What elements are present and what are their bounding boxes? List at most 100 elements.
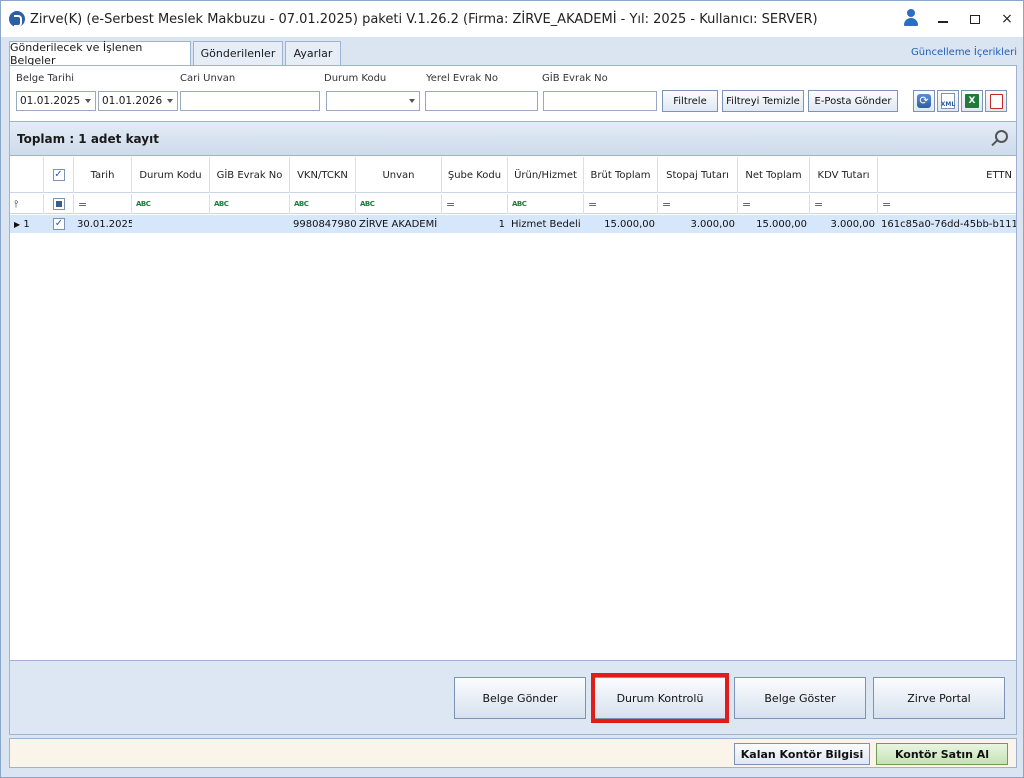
col-unvan[interactable]: Unvan — [356, 157, 442, 193]
cell-tarih: 30.01.2025 — [77, 218, 132, 230]
maximize-icon — [970, 14, 980, 24]
row-indicator-header — [10, 157, 44, 193]
row-checkbox-cell[interactable]: ✓ — [44, 215, 74, 233]
cari-unvan-label: Cari Unvan — [180, 73, 236, 84]
xml-export-button[interactable]: XML — [937, 90, 959, 112]
grid-record-count: Toplam : 1 adet kayıt — [17, 132, 159, 146]
gib-evrak-input[interactable] — [543, 91, 657, 111]
cari-unvan-input[interactable] — [180, 91, 320, 111]
table-row[interactable]: ▶ 1 ✓ 30.01.2025 9980847980 ZİRVE AKADEM… — [10, 215, 1016, 233]
col-tarih[interactable]: Tarih — [74, 157, 132, 193]
date-from-value: 01.01.2025 — [20, 95, 81, 107]
maximize-button[interactable] — [959, 1, 991, 37]
col-gib-evrak-no[interactable]: GİB Evrak No — [210, 157, 290, 193]
belge-tarihi-label: Belge Tarihi — [16, 73, 75, 84]
status-bar: Kalan Kontör Bilgisi Kontör Satın Al — [9, 738, 1017, 768]
filter-urun-hizmet[interactable]: ABC — [508, 194, 584, 214]
filter-gib-evrak-no[interactable]: ABC — [210, 194, 290, 214]
filter-brut-toplam[interactable]: = — [584, 194, 658, 214]
belge-gonder-button[interactable]: Belge Gönder — [454, 677, 586, 719]
equals-icon: = — [882, 197, 892, 211]
filter-vkn-tckn[interactable]: ABC — [290, 194, 356, 214]
equals-icon: = — [814, 197, 824, 211]
row-indicator: ▶ 1 — [10, 215, 44, 233]
cell-brut-toplam: 15.000,00 — [604, 218, 655, 230]
main-panel: Belge Tarihi 01.01.2025 01.01.2026 Cari … — [9, 65, 1017, 735]
equals-icon: = — [742, 197, 752, 211]
durum-kontrolu-button[interactable]: Durum Kontrolü — [594, 677, 726, 719]
filter-stopaj-tutari[interactable]: = — [658, 194, 738, 214]
search-icon[interactable] — [990, 130, 1008, 148]
filtreyi-temizle-button[interactable]: Filtreyi Temizle — [722, 90, 804, 112]
date-from-picker[interactable]: 01.01.2025 — [16, 91, 96, 111]
select-all-checkbox-cell[interactable]: ✓ — [44, 157, 74, 193]
row-checkbox[interactable]: ✓ — [53, 218, 65, 230]
window-title: Zirve(K) (e-Serbest Meslek Makbuzu - 07.… — [30, 11, 818, 27]
excel-export-button[interactable]: X — [961, 90, 983, 112]
tab-gonderilecek[interactable]: Gönderilecek ve İşlenen Belgeler — [9, 41, 191, 67]
cell-unvan: ZİRVE AKADEMİ — [359, 218, 438, 230]
equals-icon: = — [588, 197, 598, 211]
filter-kdv-tutari[interactable]: = — [810, 194, 878, 214]
filter-row-icon-cell: ⫯ — [10, 194, 44, 214]
date-to-value: 01.01.2026 — [102, 95, 163, 107]
filter-net-toplam[interactable]: = — [738, 194, 810, 214]
filter-checkbox-cell[interactable] — [44, 194, 74, 214]
minimize-button[interactable] — [927, 1, 959, 37]
cell-urun-hizmet: Hizmet Bedeli — [511, 218, 581, 230]
update-contents-link[interactable]: Güncelleme İçerikleri — [911, 47, 1017, 58]
cell-vkn-tckn: 9980847980 — [293, 218, 356, 230]
filter-tarih[interactable]: = — [74, 194, 132, 214]
column-headers: ✓ Tarih Durum Kodu GİB Evrak No VKN/TCKN… — [10, 157, 1016, 193]
filter-sube-kodu[interactable]: = — [442, 194, 508, 214]
chevron-down-icon — [85, 99, 91, 103]
col-stopaj-tutari[interactable]: Stopaj Tutarı — [658, 157, 738, 193]
filtrele-button[interactable]: Filtrele — [662, 90, 718, 112]
equals-icon: = — [446, 197, 456, 211]
tab-bar: Gönderilecek ve İşlenen Belgeler Gönderi… — [9, 41, 1017, 67]
filter-checkbox[interactable] — [53, 198, 65, 210]
refresh-icon: ⟳ — [917, 94, 931, 108]
grid-header: Toplam : 1 adet kayıt — [10, 122, 1016, 156]
col-net-toplam[interactable]: Net Toplam — [738, 157, 810, 193]
col-kdv-tutari[interactable]: KDV Tutarı — [810, 157, 878, 193]
cell-gib-evrak-no — [210, 215, 290, 233]
pdf-icon — [989, 93, 1003, 109]
date-to-picker[interactable]: 01.01.2026 — [98, 91, 178, 111]
excel-icon: X — [965, 94, 979, 108]
col-vkn-tckn[interactable]: VKN/TCKN — [290, 157, 356, 193]
col-brut-toplam[interactable]: Brüt Toplam — [584, 157, 658, 193]
col-durum-kodu[interactable]: Durum Kodu — [132, 157, 210, 193]
action-bar: Belge Gönder Durum Kontrolü Belge Göster… — [10, 660, 1016, 734]
text-filter-icon: ABC — [512, 200, 527, 208]
close-button[interactable]: × — [991, 1, 1023, 37]
app-window: Zirve(K) (e-Serbest Meslek Makbuzu - 07.… — [0, 0, 1024, 778]
cell-kdv-tutari: 3.000,00 — [830, 218, 875, 230]
cell-durum-kodu — [132, 215, 210, 233]
col-sube-kodu[interactable]: Şube Kodu — [442, 157, 508, 193]
eposta-gonder-button[interactable]: E-Posta Gönder — [808, 90, 898, 112]
zirve-portal-button[interactable]: Zirve Portal — [873, 677, 1005, 719]
pdf-export-button[interactable] — [985, 90, 1007, 112]
minimize-icon — [938, 21, 948, 23]
text-filter-icon: ABC — [214, 200, 229, 208]
user-icon[interactable] — [895, 1, 927, 37]
window-controls: × — [895, 1, 1023, 37]
refresh-button[interactable]: ⟳ — [913, 90, 935, 112]
durum-kodu-select[interactable] — [326, 91, 420, 111]
filter-ettn[interactable]: = — [878, 194, 1016, 214]
tab-gonderilenler[interactable]: Gönderilenler — [193, 41, 283, 65]
documents-grid: Toplam : 1 adet kayıt ✓ Tarih Durum Kodu… — [10, 121, 1016, 714]
col-urun-hizmet[interactable]: Ürün/Hizmet — [508, 157, 584, 193]
filter-durum-kodu[interactable]: ABC — [132, 194, 210, 214]
kalan-kontor-button[interactable]: Kalan Kontör Bilgisi — [734, 743, 870, 765]
tab-ayarlar[interactable]: Ayarlar — [285, 41, 341, 65]
col-ettn[interactable]: ETTN — [878, 157, 1016, 193]
belge-goster-button[interactable]: Belge Göster — [734, 677, 866, 719]
yerel-evrak-input[interactable] — [425, 91, 538, 111]
filter-unvan[interactable]: ABC — [356, 194, 442, 214]
kontor-satin-al-button[interactable]: Kontör Satın Al — [876, 743, 1008, 765]
equals-icon: = — [662, 197, 672, 211]
select-all-checkbox[interactable]: ✓ — [52, 169, 65, 181]
equals-icon: = — [78, 197, 88, 211]
